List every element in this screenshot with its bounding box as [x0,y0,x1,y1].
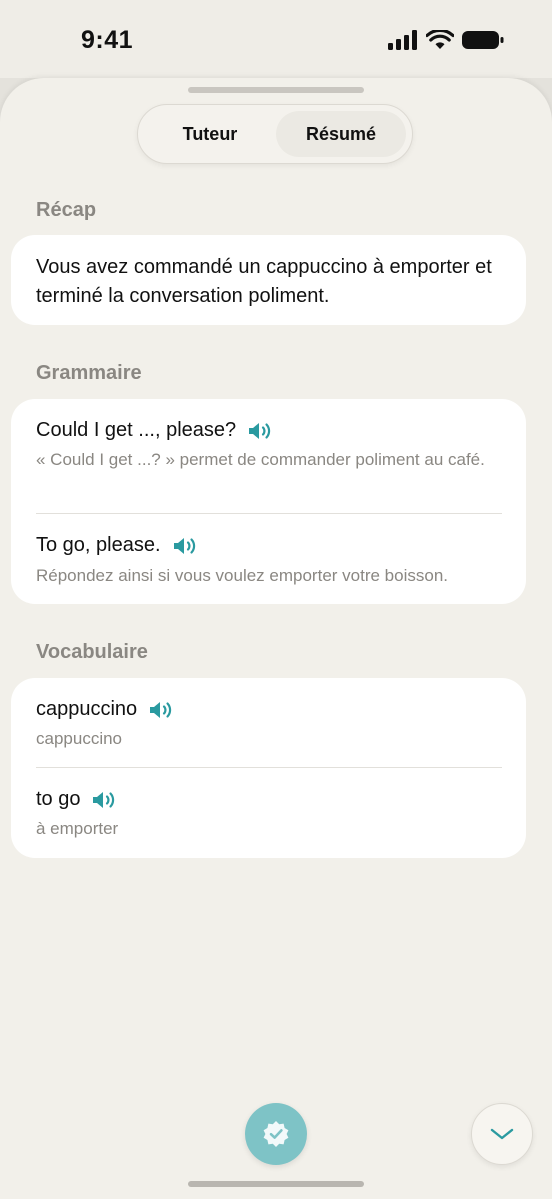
vocabulary-translation: à emporter [36,819,119,838]
chevron-down-icon [490,1128,514,1140]
divider [36,513,502,514]
battery-icon [462,31,504,49]
vocabulary-item: cappuccino [36,698,174,721]
status-icons [388,30,504,50]
grammar-phrase: To go, please. [36,534,161,556]
check-badge-icon [263,1121,289,1147]
complete-button[interactable] [245,1103,307,1165]
grammar-phrase: Could I get ..., please? [36,419,237,441]
wifi-icon [426,30,454,49]
recap-heading: Récap [36,199,97,221]
divider [36,767,502,768]
speaker-icon[interactable] [91,790,117,810]
grammar-item: To go, please. [36,534,198,557]
tab-tuteur[interactable]: Tuteur [144,111,276,157]
grammar-heading: Grammaire [36,362,142,384]
recap-text: Vous avez commandé un cappuccino à empor… [36,256,492,307]
grammar-item: Could I get ..., please? [36,419,273,442]
status-bar: 9:41 [0,0,552,78]
speaker-icon[interactable] [148,700,174,720]
status-time: 9:41 [81,26,134,54]
recap-card: Vous avez commandé un cappuccino à empor… [11,235,526,325]
speaker-icon[interactable] [247,421,273,441]
vocabulary-card: cappuccino cappuccino to go à emporter [11,678,526,858]
summary-sheet: Tuteur Résumé Récap Vous avez commandé u… [0,78,552,1199]
vocabulary-item: to go [36,788,117,811]
cellular-signal-icon [388,30,417,50]
vocabulary-word: to go [36,788,81,810]
sheet-grabber[interactable] [188,87,364,93]
vocabulary-translation: cappuccino [36,729,123,748]
grammar-explanation: Répondez ainsi si vous voulez emporter v… [36,566,448,585]
vocabulary-heading: Vocabulaire [36,641,148,663]
home-indicator [188,1181,364,1187]
speaker-icon[interactable] [172,536,198,556]
grammar-explanation: « Could I get ...? » permet de commander… [36,450,485,469]
grammar-card: Could I get ..., please? « Could I get .… [11,399,526,604]
tab-switcher: Tuteur Résumé [137,104,413,164]
tab-resume[interactable]: Résumé [276,111,406,157]
collapse-button[interactable] [471,1103,533,1165]
vocabulary-word: cappuccino [36,698,138,720]
